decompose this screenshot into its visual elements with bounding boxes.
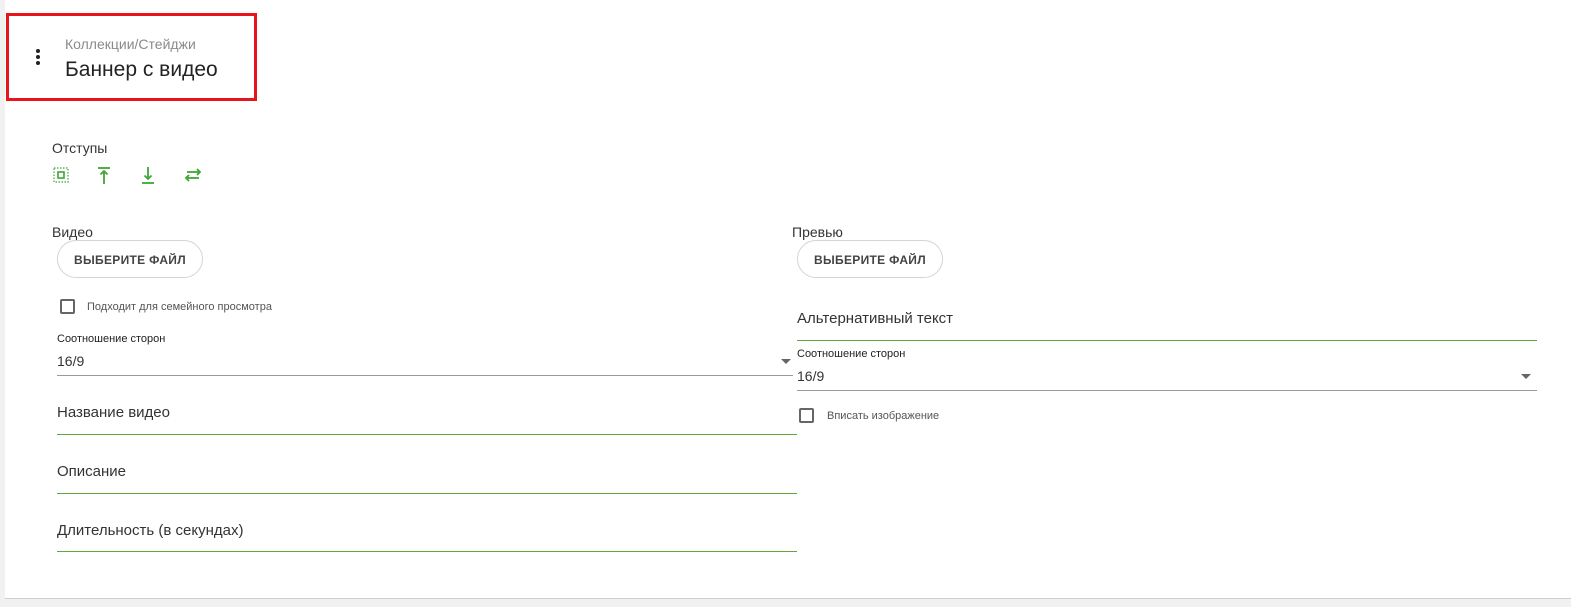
preview-aspect-select[interactable]: 16/9 [797, 368, 824, 384]
chevron-down-icon[interactable] [781, 359, 791, 364]
video-name-underline [57, 434, 797, 435]
family-view-checkbox[interactable] [60, 299, 75, 314]
padding-top-icon[interactable] [94, 165, 116, 187]
video-description-field[interactable] [57, 455, 797, 495]
video-aspect-select[interactable]: 16/9 [57, 353, 84, 369]
more-vertical-icon[interactable] [31, 47, 45, 67]
padding-horizontal-icon[interactable] [183, 165, 205, 187]
family-view-checkbox-label: Подходит для семейного просмотра [87, 301, 272, 313]
video-name-placeholder: Название видео [57, 404, 170, 421]
video-description-underline [57, 493, 797, 494]
padding-all-icon[interactable] [51, 165, 73, 187]
video-duration-placeholder: Длительность (в секундах) [57, 522, 244, 539]
preview-label: Превью [792, 224, 843, 240]
paddings-label: Отступы [52, 140, 108, 156]
fit-image-checkbox-label: Вписать изображение [827, 410, 940, 422]
video-description-placeholder: Описание [57, 463, 127, 480]
preview-aspect-caption: Соотношение сторон [797, 348, 906, 360]
padding-bottom-icon[interactable] [138, 165, 160, 187]
video-aspect-underline [57, 375, 793, 376]
video-label: Видео [52, 224, 93, 240]
video-duration-underline [57, 551, 797, 552]
video-choose-file-button[interactable]: ВЫБЕРИТЕ ФАЙЛ [57, 240, 203, 278]
page-title: Баннер с видео [65, 58, 218, 81]
alt-text-underline [797, 340, 1537, 341]
preview-choose-file-button[interactable]: ВЫБЕРИТЕ ФАЙЛ [797, 240, 943, 278]
breadcrumb[interactable]: Коллекции/Стейджи [65, 36, 196, 52]
fit-image-checkbox[interactable] [799, 408, 814, 423]
preview-aspect-underline [797, 390, 1537, 391]
alt-text-placeholder: Альтернативный текст [797, 310, 954, 327]
chevron-down-icon[interactable] [1521, 374, 1531, 379]
video-aspect-caption: Соотношение сторон [57, 333, 166, 345]
